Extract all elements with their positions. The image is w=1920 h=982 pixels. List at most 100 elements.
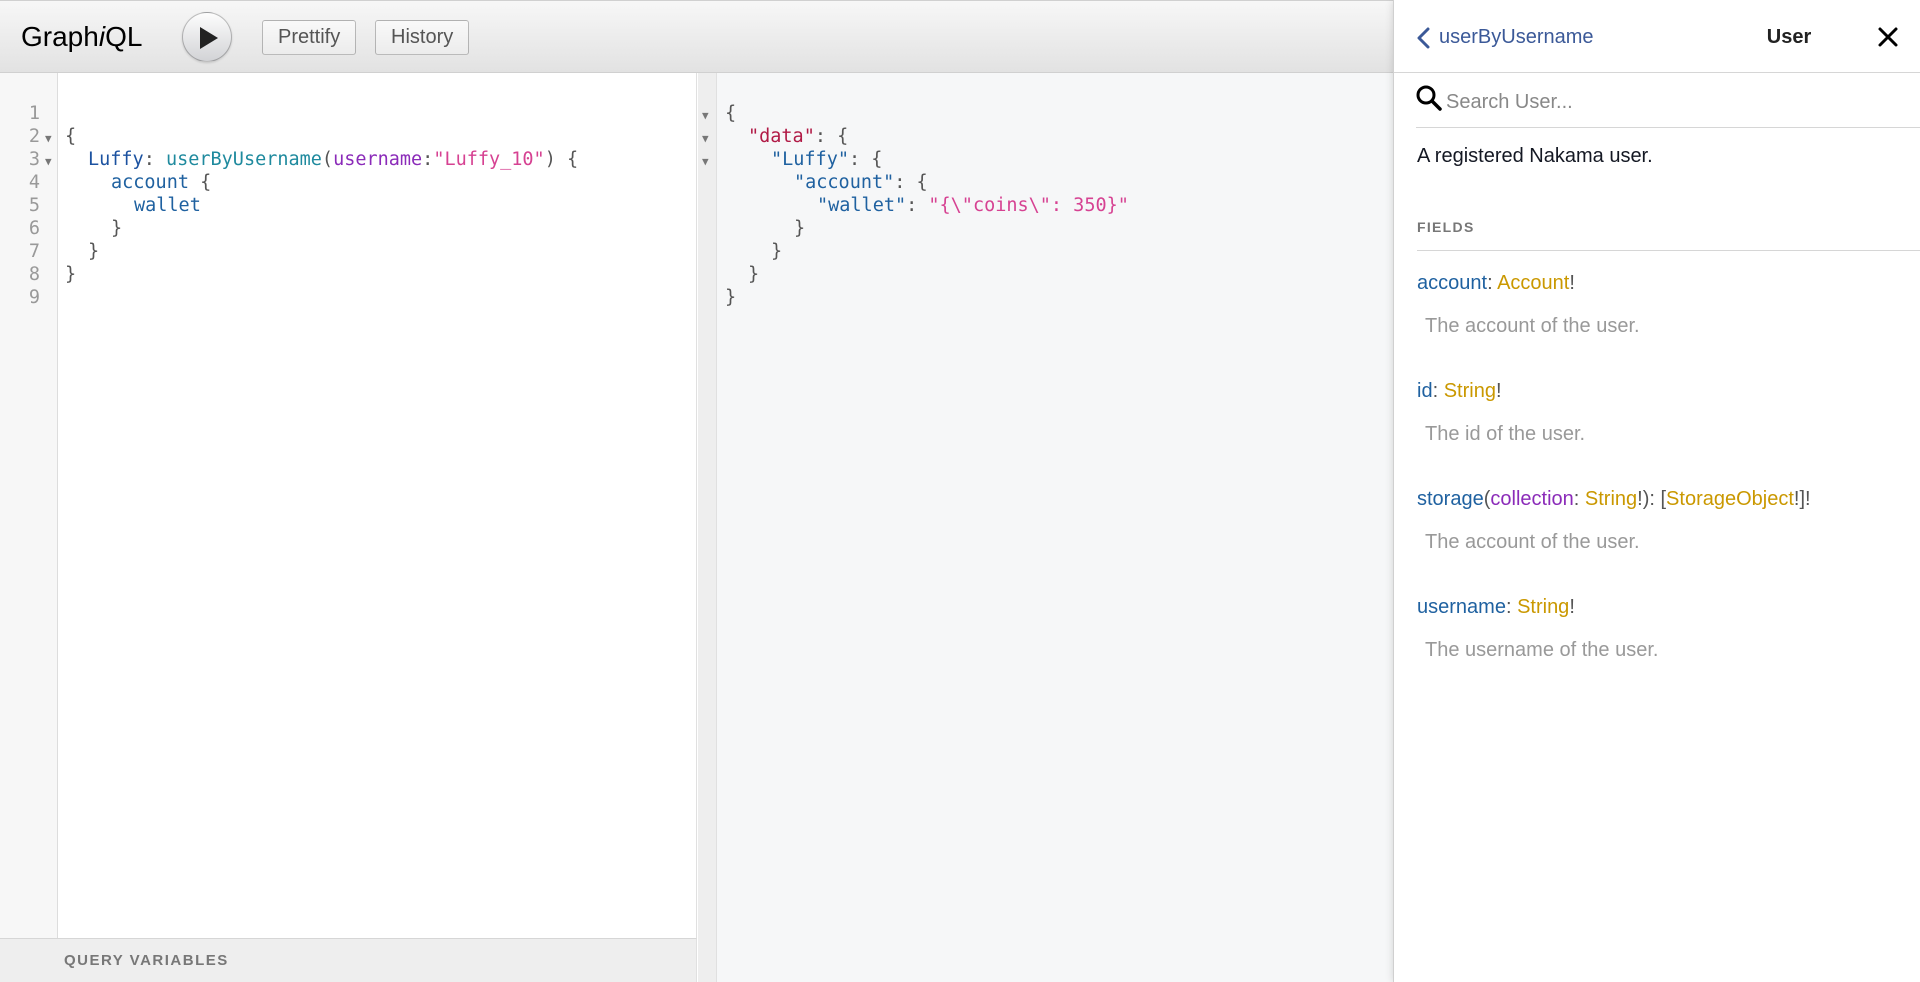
code-line: } [65, 263, 76, 286]
json-line: "account": { [794, 171, 928, 194]
json-key: "account" [794, 172, 895, 193]
json-token: : [906, 195, 929, 216]
json-line: "data": { [748, 125, 848, 148]
field-type-link[interactable]: String [1517, 596, 1569, 618]
field-type-link[interactable]: StorageObject [1666, 488, 1794, 510]
field-signature: id: String! [1417, 380, 1502, 402]
code-token: } [111, 218, 123, 239]
code-token: } [65, 264, 77, 285]
line-number: 4 [28, 172, 40, 193]
close-doc-explorer-button[interactable] [1876, 25, 1900, 49]
json-token: { [725, 103, 737, 124]
line-number: 6 [28, 218, 40, 239]
line-number: 9 [28, 287, 40, 308]
line-number: 1 [28, 103, 40, 124]
field-description: The account of the user. [1425, 315, 1640, 337]
field-item-account: account: Account! The account of the use… [1417, 272, 1917, 338]
fields-section-title: FIELDS [1417, 219, 1920, 251]
field-description: The id of the user. [1425, 423, 1586, 445]
json-token: } [725, 287, 737, 308]
code-token-field: wallet [134, 195, 201, 216]
result-viewer: ▼ ▼ ▼ { "data": { "Luffy": { "account": … [698, 73, 1393, 982]
field-item-username: username: String! The username of the us… [1417, 596, 1917, 662]
close-icon [1878, 27, 1898, 47]
json-line: } [748, 263, 759, 286]
json-key: "wallet" [817, 195, 907, 216]
line-number: 7 [28, 241, 40, 262]
doc-back-link[interactable]: userByUsername [1416, 26, 1594, 49]
code-token-string: "Luffy_10" [433, 149, 545, 170]
play-icon [200, 27, 218, 49]
fold-arrow-icon[interactable]: ▼ [45, 150, 52, 173]
code-token: : [422, 149, 434, 170]
field-description: The username of the user. [1425, 639, 1659, 661]
line-number: 3 [28, 149, 40, 170]
fold-arrow-icon[interactable]: ▼ [702, 104, 709, 127]
json-token: } [748, 264, 760, 285]
doc-back-label: userByUsername [1439, 26, 1594, 48]
field-description: The account of the user. [1425, 531, 1640, 553]
line-number: 8 [28, 264, 40, 285]
line-number: 2 [28, 126, 40, 147]
field-type-link[interactable]: String [1444, 380, 1496, 402]
history-button[interactable]: History [375, 20, 470, 55]
doc-explorer-header: userByUsername User [1394, 0, 1920, 73]
toolbar: GraphiQL Prettify History [0, 0, 1393, 73]
query-variables-title: QUERY VARIABLES [64, 952, 229, 969]
query-editor[interactable]: 1 2 3 4 5 6 7 8 9 ▼ ▼ { Luffy: userByUse… [0, 73, 697, 938]
json-line: } [771, 240, 782, 263]
prettify-button[interactable]: Prettify [262, 20, 357, 55]
doc-search-input[interactable] [1444, 87, 1904, 117]
field-type-link[interactable]: Account [1497, 272, 1569, 294]
json-token: } [794, 218, 806, 239]
code-token: : [143, 149, 166, 170]
doc-search-box [1416, 83, 1920, 128]
field-arg-name: collection [1490, 488, 1574, 510]
code-line: Luffy: userByUsername(username:"Luffy_10… [88, 148, 578, 171]
fold-arrow-icon[interactable]: ▼ [45, 127, 52, 150]
field-type-link[interactable]: String [1585, 488, 1637, 510]
search-icon [1416, 85, 1442, 111]
chevron-left-icon [1417, 27, 1430, 48]
json-token: : { [848, 149, 883, 170]
fold-arrow-icon[interactable]: ▼ [702, 150, 709, 173]
code-token: } [88, 241, 100, 262]
type-description: A registered Nakama user. [1417, 145, 1653, 167]
field-name-link[interactable]: username [1417, 596, 1506, 618]
field-name-link[interactable]: storage [1417, 488, 1484, 510]
code-token-field: userByUsername [165, 149, 322, 170]
code-line: { [65, 125, 76, 148]
line-number: 5 [28, 195, 40, 216]
logo-suffix: QL [105, 21, 143, 52]
json-token: : { [894, 172, 928, 193]
code-token: { [188, 172, 212, 193]
code-token: ( [321, 149, 334, 170]
json-line: "Luffy": { [771, 148, 882, 171]
json-line: } [725, 286, 736, 309]
json-token: : { [814, 126, 849, 147]
logo-prefix: Graph [21, 21, 99, 52]
field-name-link[interactable]: id [1417, 380, 1433, 402]
query-variables-bar[interactable]: QUERY VARIABLES [0, 938, 697, 982]
json-line: "wallet": "{\"coins\": 350}" [817, 194, 1129, 217]
graphiql-logo: GraphiQL [21, 21, 142, 53]
json-string-value: "{\"coins\": 350}" [928, 195, 1129, 216]
fold-arrow-icon[interactable]: ▼ [702, 127, 709, 150]
field-item-storage: storage(collection: String!): [StorageOb… [1417, 488, 1917, 554]
field-signature: storage(collection: String!): [StorageOb… [1417, 488, 1811, 510]
code-line: account { [111, 171, 211, 194]
code-line: } [88, 240, 99, 263]
graphiql-main: GraphiQL Prettify History 1 2 3 4 5 6 7 … [0, 0, 1393, 982]
field-signature: username: String! [1417, 596, 1575, 618]
code-token-arg: username [333, 149, 423, 170]
result-gutter [698, 73, 717, 982]
code-token-field: account [111, 172, 189, 193]
json-key: "data" [748, 126, 815, 147]
json-token: } [771, 241, 783, 262]
code-line: } [111, 217, 122, 240]
code-token-alias: Luffy [88, 149, 144, 170]
field-name-link[interactable]: account [1417, 272, 1487, 294]
execute-query-button[interactable] [182, 12, 232, 62]
doc-explorer: userByUsername User A registered Nakama … [1393, 0, 1920, 982]
doc-explorer-title: User [1766, 26, 1812, 48]
